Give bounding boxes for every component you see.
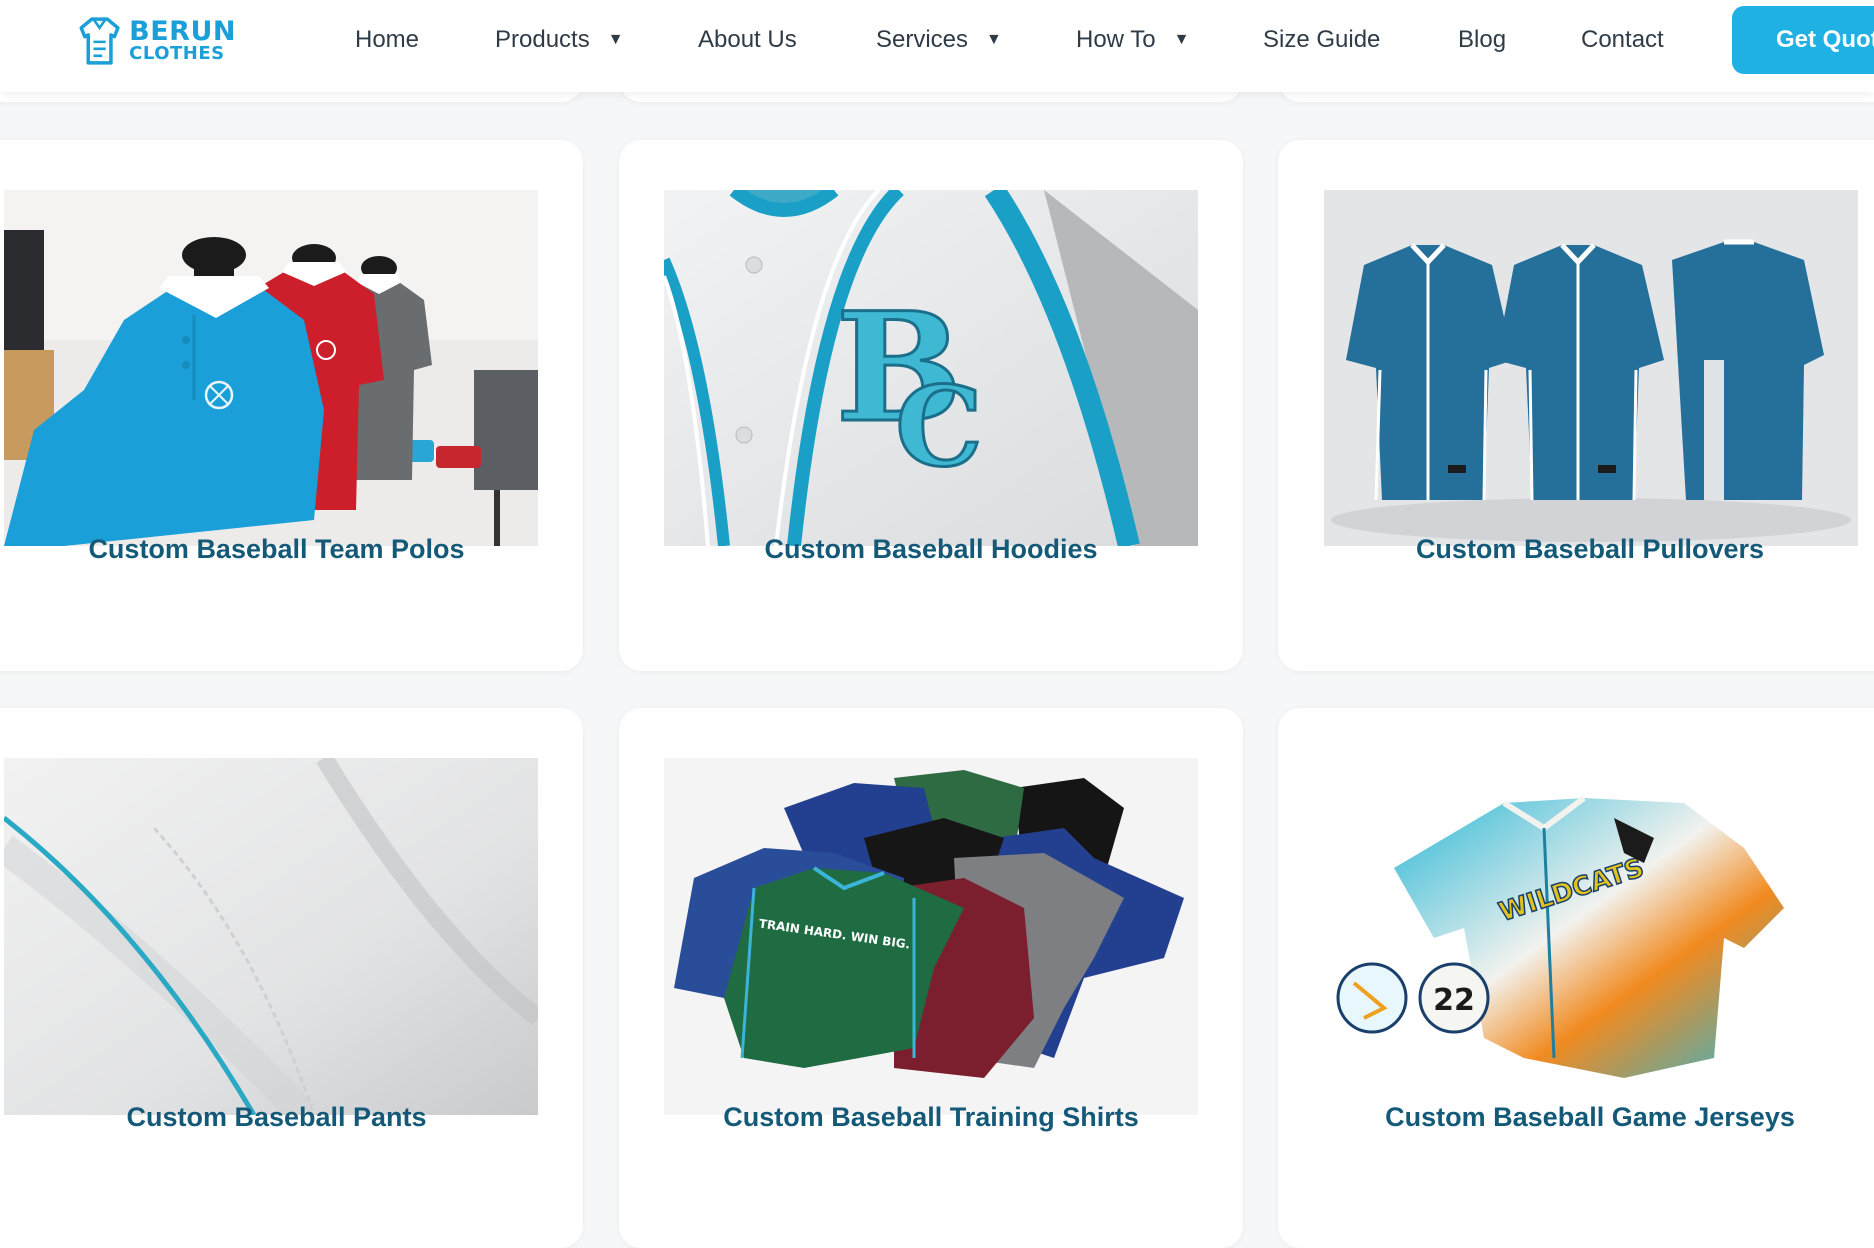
nav-products[interactable]: Products ▼ [495,22,624,58]
product-title[interactable]: Custom Baseball Hoodies [619,534,1243,565]
get-quote-button[interactable]: Get Quote [1732,6,1874,74]
jersey-number-text: 22 [1433,983,1475,1018]
svg-text:C: C [895,362,983,491]
wildcats-jersey-photo[interactable]: WILDCATS 22 [1324,758,1858,1115]
brand-subname: CLOTHES [129,43,225,64]
nav-label: Blog [1458,26,1507,53]
product-title[interactable]: Custom Baseball Team Polos [0,534,583,565]
product-card[interactable]: WILDCATS 22 Custom Baseball Game Jerseys [1278,708,1874,1248]
brand-name: BERUN [129,16,236,47]
nav-contact[interactable]: Contact [1581,22,1664,58]
caret-down-icon: ▼ [986,31,1002,48]
product-title[interactable]: Custom Baseball Training Shirts [619,1102,1243,1133]
brand-logo[interactable]: BERUN CLOTHES [76,12,236,70]
product-title[interactable]: Custom Baseball Pants [0,1102,583,1133]
white-pants-piping-photo[interactable] [4,758,538,1115]
nav-label: How To [1076,26,1156,53]
product-card[interactable]: TRAIN HARD. WIN BIG. Custom Baseball Tra… [619,708,1243,1248]
nav-blog[interactable]: Blog [1458,22,1506,58]
caret-down-icon: ▼ [1173,31,1190,48]
product-title[interactable]: Custom Baseball Pullovers [1278,534,1874,565]
nav-services[interactable]: Services ▼ [876,22,1002,58]
caret-down-icon: ▼ [607,31,624,48]
nav-label: About Us [698,26,797,53]
nav-size-guide[interactable]: Size Guide [1263,22,1380,58]
embroidered-jersey-closeup-photo[interactable]: B C [664,190,1198,546]
product-card[interactable]: B C Custom Baseball Hoodies [619,140,1243,671]
nav-label: Contact [1581,26,1664,53]
nav-label: Services [876,26,969,53]
polo-mannequins-photo[interactable] [4,190,538,546]
shirt-logo-icon [79,17,120,65]
nav-label: Products [495,26,590,53]
nav-home[interactable]: Home [355,22,419,58]
nav-label: Size Guide [1263,26,1381,53]
blue-jersey-trio-photo[interactable] [1324,190,1858,546]
site-header: BERUN CLOTHES Home Products ▼ About Us S… [0,0,1874,92]
product-card[interactable]: Custom Baseball Pants [0,708,583,1248]
nav-label: Home [355,26,420,53]
product-card[interactable]: Custom Baseball Team Polos [0,140,583,671]
training-shirts-stack-photo[interactable]: TRAIN HARD. WIN BIG. [664,758,1198,1115]
nav-about-us[interactable]: About Us [698,22,797,58]
product-card[interactable]: Custom Baseball Pullovers [1278,140,1874,671]
nav-how-to[interactable]: How To ▼ [1076,22,1189,58]
product-title[interactable]: Custom Baseball Game Jerseys [1278,1102,1874,1133]
